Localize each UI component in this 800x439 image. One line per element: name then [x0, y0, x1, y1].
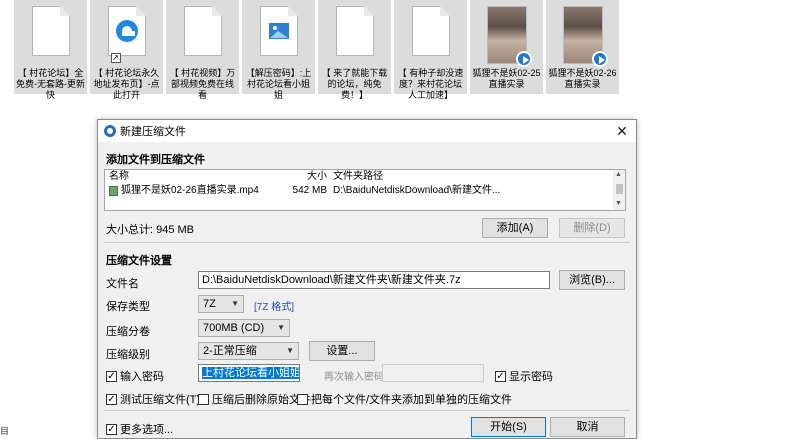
image-file-icon [259, 6, 298, 56]
column-name[interactable]: 名称 [105, 170, 281, 184]
edge-browser-icon [115, 20, 138, 42]
desktop-file-3[interactable]: 【 村花视频】万部视频免费在线看 [166, 0, 239, 100]
save-type-select[interactable]: 7Z ▼ [198, 295, 244, 313]
chevron-down-icon: ▼ [231, 299, 239, 308]
test-archive-checkbox[interactable]: ✓ [106, 393, 117, 405]
add-files-section-title: 添加文件到压缩文件 [106, 154, 205, 166]
file-list[interactable]: 名称 大小 文件夹路径 狐狸不是妖02-26直播实录.mp4 542 MB D:… [104, 169, 626, 211]
reenter-password-input [382, 364, 484, 382]
level-label: 压缩级别 [106, 349, 150, 361]
more-options-row[interactable]: ✓ 更多选项... [106, 421, 173, 437]
divider [104, 410, 630, 411]
separate-archives-checkbox[interactable] [297, 393, 308, 405]
picture-icon [268, 23, 289, 39]
split-label: 压缩分卷 [106, 326, 150, 338]
file-label: 【 村花论坛永久地址发布页】-点此打开 [93, 68, 160, 100]
divider [104, 242, 630, 243]
show-password-label: 显示密码 [509, 371, 553, 383]
dialog-title: 新建压缩文件 [120, 126, 186, 138]
split-value: 700MB (CD) [203, 322, 265, 334]
level-value: 2-正常压缩 [203, 345, 257, 357]
total-size: 大小总计: 945 MB [106, 224, 195, 236]
level-select[interactable]: 2-正常压缩 ▼ [198, 342, 299, 360]
password-checkbox[interactable]: ✓ [106, 370, 117, 382]
shortcut-arrow-icon: ↗ [110, 53, 121, 63]
column-path[interactable]: 文件夹路径 [327, 170, 607, 184]
column-size[interactable]: 大小 [281, 170, 327, 184]
file-label: 【解压密码】:上村花论坛看小姐姐 [245, 68, 312, 100]
save-type-label: 保存类型 [106, 301, 150, 313]
format-link[interactable]: [7Z 格式] [254, 298, 294, 313]
show-password-row[interactable]: ✓ 显示密码 [495, 368, 553, 384]
document-icon [183, 6, 222, 56]
video-thumbnail [486, 6, 532, 67]
desktop-file-4[interactable]: 【解压密码】:上村花论坛看小姐姐 [242, 0, 315, 100]
delete-after-checkbox[interactable] [198, 393, 209, 405]
file-list-header: 名称 大小 文件夹路径 [105, 170, 625, 184]
table-row[interactable]: 狐狸不是妖02-26直播实录.mp4 542 MB D:\BaiduNetdis… [105, 184, 625, 198]
desktop-edge-text: 目 [0, 426, 10, 436]
vertical-scrollbar[interactable]: ▲ ▼ [613, 170, 625, 210]
desktop-file-5[interactable]: 【 来了就能下载的论坛，纯免费！】 [318, 0, 391, 100]
scroll-down-icon[interactable]: ▼ [615, 200, 622, 207]
desktop-file-7[interactable]: 狐狸不是妖02-25直播实录 [470, 0, 543, 94]
document-icon [411, 6, 450, 56]
filename-input[interactable]: D:\BaiduNetdiskDownload\新建文件夹\新建文件夹.7z [198, 271, 550, 289]
file-label: 狐狸不是妖02-26直播实录 [548, 68, 617, 89]
show-password-checkbox[interactable]: ✓ [495, 370, 506, 382]
file-path: D:\BaiduNetdiskDownload\新建文件... [333, 185, 501, 196]
test-archive-row[interactable]: ✓ 测试压缩文件(T) [106, 391, 200, 407]
file-size: 542 MB [292, 185, 327, 196]
settings-button[interactable]: 设置... [309, 341, 375, 361]
delete-button[interactable]: 删除(D) [559, 218, 625, 238]
archive-settings-section-title: 压缩文件设置 [106, 255, 172, 267]
app-logo-icon [104, 125, 116, 137]
file-label: 【 村花视频】万部视频免费在线看 [169, 68, 236, 100]
chevron-down-icon: ▼ [277, 323, 285, 332]
desktop-file-1[interactable]: 【 村花论坛】全免费-无套路-更新快 [14, 0, 87, 100]
split-select[interactable]: 700MB (CD) ▼ [198, 319, 290, 337]
chevron-down-icon: ▼ [286, 346, 294, 355]
add-button[interactable]: 添加(A) [482, 218, 548, 238]
file-name-cell: 狐狸不是妖02-26直播实录.mp4 [105, 184, 281, 198]
video-file-icon [109, 186, 118, 196]
document-icon [31, 6, 70, 56]
separate-archives-label: 把每个文件/文件夹添加到单独的压缩文件 [311, 394, 513, 406]
separate-archives-row[interactable]: 把每个文件/文件夹添加到单独的压缩文件 [297, 391, 512, 407]
desktop-file-6[interactable]: 【 有种子却没速度？来村花论坛人工加速】 [394, 0, 467, 100]
new-archive-dialog: 新建压缩文件 ✕ 添加文件到压缩文件 名称 大小 文件夹路径 狐狸不是妖02-2… [97, 119, 637, 439]
document-icon: ↗ [107, 6, 146, 63]
play-icon [515, 51, 532, 67]
password-input[interactable]: 上村花论坛看小姐姐 [198, 364, 300, 382]
file-label: 【 来了就能下载的论坛，纯免费！】 [321, 68, 388, 100]
close-icon[interactable]: ✕ [608, 120, 636, 142]
file-label: 【 有种子却没速度？来村花论坛人工加速】 [397, 68, 464, 100]
cancel-button[interactable]: 取消 [550, 417, 625, 437]
play-icon [591, 51, 608, 67]
file-name: 狐狸不是妖02-26直播实录.mp4 [121, 185, 259, 196]
dialog-titlebar[interactable]: 新建压缩文件 ✕ [98, 120, 636, 142]
delete-after-row[interactable]: 压缩后删除原始文件 [198, 391, 311, 407]
filename-label: 文件名 [106, 278, 139, 290]
start-button[interactable]: 开始(S) [471, 417, 546, 437]
document-icon [335, 6, 374, 56]
file-label: 狐狸不是妖02-25直播实录 [472, 68, 541, 89]
desktop-file-8[interactable]: 狐狸不是妖02-26直播实录 [546, 0, 619, 94]
desktop-file-2[interactable]: ↗ 【 村花论坛永久地址发布页】-点此打开 [90, 0, 163, 100]
password-label: 输入密码 [120, 371, 164, 383]
more-options-checkbox[interactable]: ✓ [106, 423, 117, 435]
reenter-password-label: 再次输入密码 [324, 372, 384, 383]
more-options-label: 更多选项... [120, 424, 174, 436]
password-checkbox-row[interactable]: ✓ 输入密码 [106, 368, 164, 384]
browse-button[interactable]: 浏览(B)... [559, 270, 625, 290]
video-thumbnail [562, 6, 608, 67]
test-archive-label: 测试压缩文件(T) [120, 394, 201, 406]
scroll-up-icon[interactable]: ▲ [615, 171, 622, 178]
file-label: 【 村花论坛】全免费-无套路-更新快 [16, 68, 85, 100]
scrollbar-thumb[interactable] [616, 184, 623, 194]
password-value: 上村花论坛看小姐姐 [202, 367, 300, 379]
save-type-value: 7Z [203, 298, 216, 310]
